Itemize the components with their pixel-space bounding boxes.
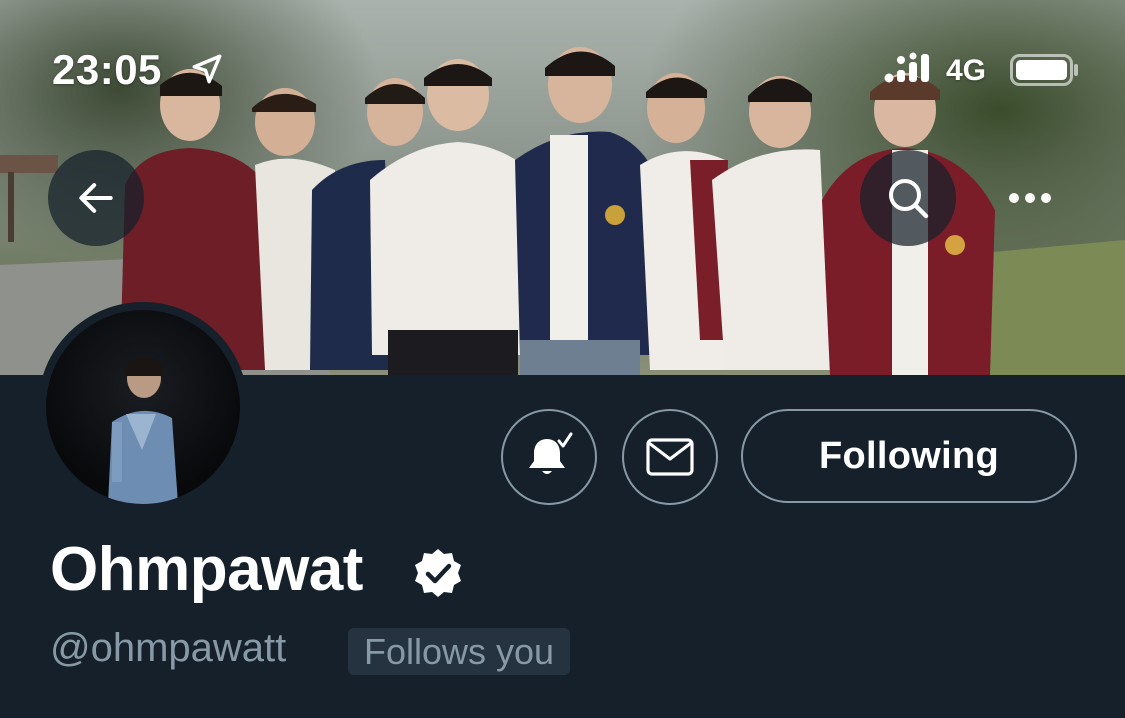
message-button[interactable] [622,409,718,505]
following-button[interactable]: Following [741,409,1077,503]
more-button[interactable] [1000,178,1060,218]
search-button[interactable] [860,150,956,246]
follows-you-badge: Follows you [348,628,571,675]
more-dots-icon [1009,193,1051,203]
search-icon [889,179,929,219]
bell-check-icon [529,432,573,474]
location-arrow-icon [190,52,224,91]
battery-icon [1010,54,1080,91]
network-type: 4G [946,54,987,87]
notifications-button[interactable] [501,409,597,505]
display-name: Ohmpawat [50,535,363,604]
envelope-icon [646,438,694,476]
back-arrow-icon [79,183,113,213]
avatar-photo [108,357,178,504]
avatar[interactable] [38,302,248,512]
signal-dots-icon [884,52,934,89]
verified-badge-icon [412,547,464,604]
back-button[interactable] [48,150,144,246]
profile-handle: @ohmpawatt [50,626,287,670]
status-time: 23:05 [52,46,162,93]
